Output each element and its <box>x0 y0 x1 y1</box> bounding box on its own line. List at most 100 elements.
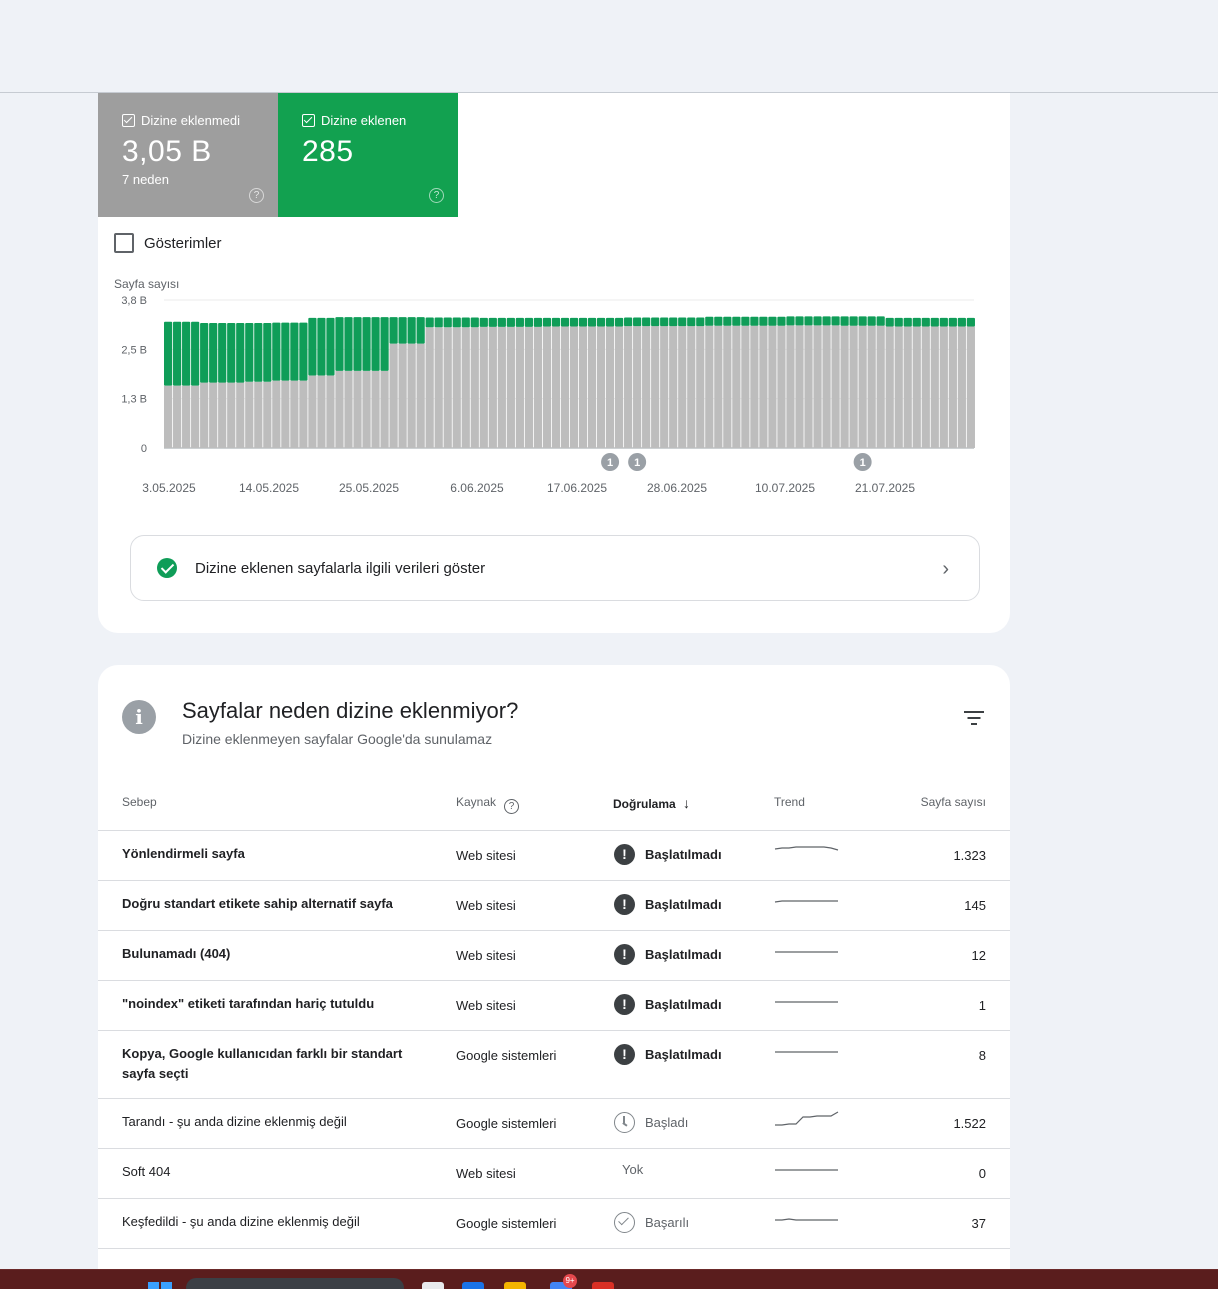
help-icon[interactable]: ? <box>504 799 520 814</box>
bar-indexed <box>723 316 732 326</box>
bar-not-indexed <box>678 326 687 448</box>
x-tick-label: 6.06.2025 <box>450 481 504 495</box>
bar-indexed <box>506 317 515 327</box>
bar-not-indexed <box>903 326 912 448</box>
bar-indexed <box>894 317 903 327</box>
count-cell: 1 <box>978 998 986 1013</box>
validation-label: Başlatılmadı <box>645 847 722 862</box>
bar-indexed <box>777 316 786 326</box>
table-header: Sebep Kaynak? Doğrulama ↓ Trend Sayfa sa… <box>98 783 1010 831</box>
bar-not-indexed <box>407 343 416 448</box>
x-tick-label: 17.06.2025 <box>547 481 607 495</box>
bar-not-indexed <box>750 325 759 448</box>
bar-indexed <box>858 316 867 326</box>
col-validation[interactable]: Doğrulama ↓ <box>613 795 690 811</box>
bar-indexed <box>687 317 696 327</box>
folder-icon[interactable] <box>504 1282 526 1289</box>
bar-not-indexed <box>578 326 588 448</box>
bar-indexed <box>461 317 470 328</box>
reason-cell: Kopya, Google kullanıcıdan farklı bir st… <box>122 1046 403 1081</box>
bar-indexed <box>831 316 840 326</box>
bar-indexed <box>596 317 606 327</box>
y-tick-label: 2,5 B <box>121 344 147 356</box>
trend-sparkline <box>775 1111 839 1126</box>
help-icon[interactable]: ? <box>429 188 444 203</box>
table-row[interactable]: Keşfedildi - şu anda dizine eklenmiş değ… <box>98 1199 1010 1249</box>
bar-indexed <box>299 322 308 381</box>
filter-icon[interactable] <box>964 711 984 725</box>
table-row[interactable]: Bulunamadı (404) Web sitesi! Başlatılmadı 1… <box>98 931 1010 981</box>
bar-indexed <box>488 317 497 327</box>
annotation-label: 1 <box>607 457 613 469</box>
validation-label: Başlatılmadı <box>645 1047 722 1062</box>
taskbar-search[interactable] <box>186 1278 404 1289</box>
bar-not-indexed <box>524 326 533 448</box>
bar-not-indexed <box>470 327 479 448</box>
bar-not-indexed <box>660 326 669 448</box>
bar-indexed <box>263 322 272 382</box>
checkbox-checked-icon[interactable] <box>122 114 135 127</box>
checkbox-empty-icon[interactable] <box>114 233 134 253</box>
bar-indexed <box>398 317 407 344</box>
bar-indexed <box>569 317 579 327</box>
bar-indexed <box>660 317 669 327</box>
table-row[interactable]: Kopya, Google kullanıcıdan farklı bir st… <box>98 1031 1010 1099</box>
bar-indexed <box>164 321 173 386</box>
error-icon: ! <box>614 894 635 915</box>
bar-indexed <box>615 317 624 327</box>
bar-not-indexed <box>434 327 443 448</box>
col-count[interactable]: Sayfa sayısı <box>921 795 986 809</box>
bar-indexed <box>876 316 885 326</box>
bar-not-indexed <box>813 325 822 448</box>
bar-indexed <box>822 316 831 326</box>
not-indexed-tile[interactable]: Dizine eklenmedi 3,05 B 7 neden ? <box>98 93 278 217</box>
impressions-toggle[interactable]: Gösterimler <box>114 233 222 253</box>
show-indexed-pages-link[interactable]: Dizine eklenen sayfalarla ilgili veriler… <box>130 535 980 601</box>
app-icon[interactable] <box>462 1282 484 1289</box>
bar-not-indexed <box>353 370 362 448</box>
source-cell: Web sitesi <box>456 948 516 963</box>
bar-indexed <box>407 317 416 344</box>
bar-indexed <box>759 316 768 326</box>
indexed-label: Dizine eklenen <box>321 113 407 128</box>
table-row[interactable]: Doğru standart etikete sahip alternatif … <box>98 881 1010 931</box>
error-icon: ! <box>614 844 635 865</box>
bar-not-indexed <box>452 327 461 448</box>
app-icon[interactable] <box>422 1282 444 1289</box>
bar-indexed <box>353 317 362 371</box>
col-reason[interactable]: Sebep <box>122 795 157 809</box>
table-row[interactable]: Yönlendirmeli sayfa Web sitesi! Başlatılma… <box>98 831 1010 881</box>
bar-not-indexed <box>191 385 200 448</box>
section-subtitle: Dizine eklenmeyen sayfalar Google'da sun… <box>182 731 493 747</box>
bar-not-indexed <box>786 325 795 448</box>
check-circle-icon <box>614 1212 635 1233</box>
bar-indexed <box>786 316 795 326</box>
indexed-tile[interactable]: Dizine eklenen 285 ? <box>278 93 458 217</box>
pages-chart: 0 1,3 B 2,5 B 3,8 B 3.05.2025 14.05.2025 25.05… <box>121 295 975 495</box>
indexed-value: 285 <box>302 135 354 168</box>
bar-not-indexed <box>615 326 624 448</box>
windows-icon[interactable] <box>148 1282 172 1289</box>
bar-not-indexed <box>768 325 777 448</box>
col-source[interactable]: Kaynak? <box>456 795 520 814</box>
table-row[interactable]: Soft 404 Web sitesi Yok 0 <box>98 1149 1010 1199</box>
table-row[interactable]: Tarandı - şu anda dizine eklenmiş değil G… <box>98 1099 1010 1149</box>
bar-indexed <box>813 316 822 326</box>
bar-indexed <box>678 317 687 327</box>
bar-not-indexed <box>687 326 696 448</box>
validation-cell: Yok <box>614 1162 643 1177</box>
browser-icon[interactable] <box>592 1282 614 1289</box>
count-cell: 8 <box>978 1048 986 1063</box>
bar-indexed <box>624 317 633 327</box>
bar-not-indexed <box>164 385 173 448</box>
source-cell: Web sitesi <box>456 848 516 863</box>
reason-cell: Keşfedildi - şu anda dizine eklenmiş değ… <box>122 1214 360 1229</box>
table-row[interactable]: "noindex" etiketi tarafından hariç tutul… <box>98 981 1010 1031</box>
check-circle-icon <box>157 558 177 578</box>
bar-indexed <box>542 317 552 327</box>
help-icon[interactable]: ? <box>249 188 264 203</box>
bar-indexed <box>443 317 452 328</box>
count-cell: 37 <box>971 1216 986 1231</box>
checkbox-checked-icon[interactable] <box>302 114 315 127</box>
bar-not-indexed <box>461 327 470 448</box>
